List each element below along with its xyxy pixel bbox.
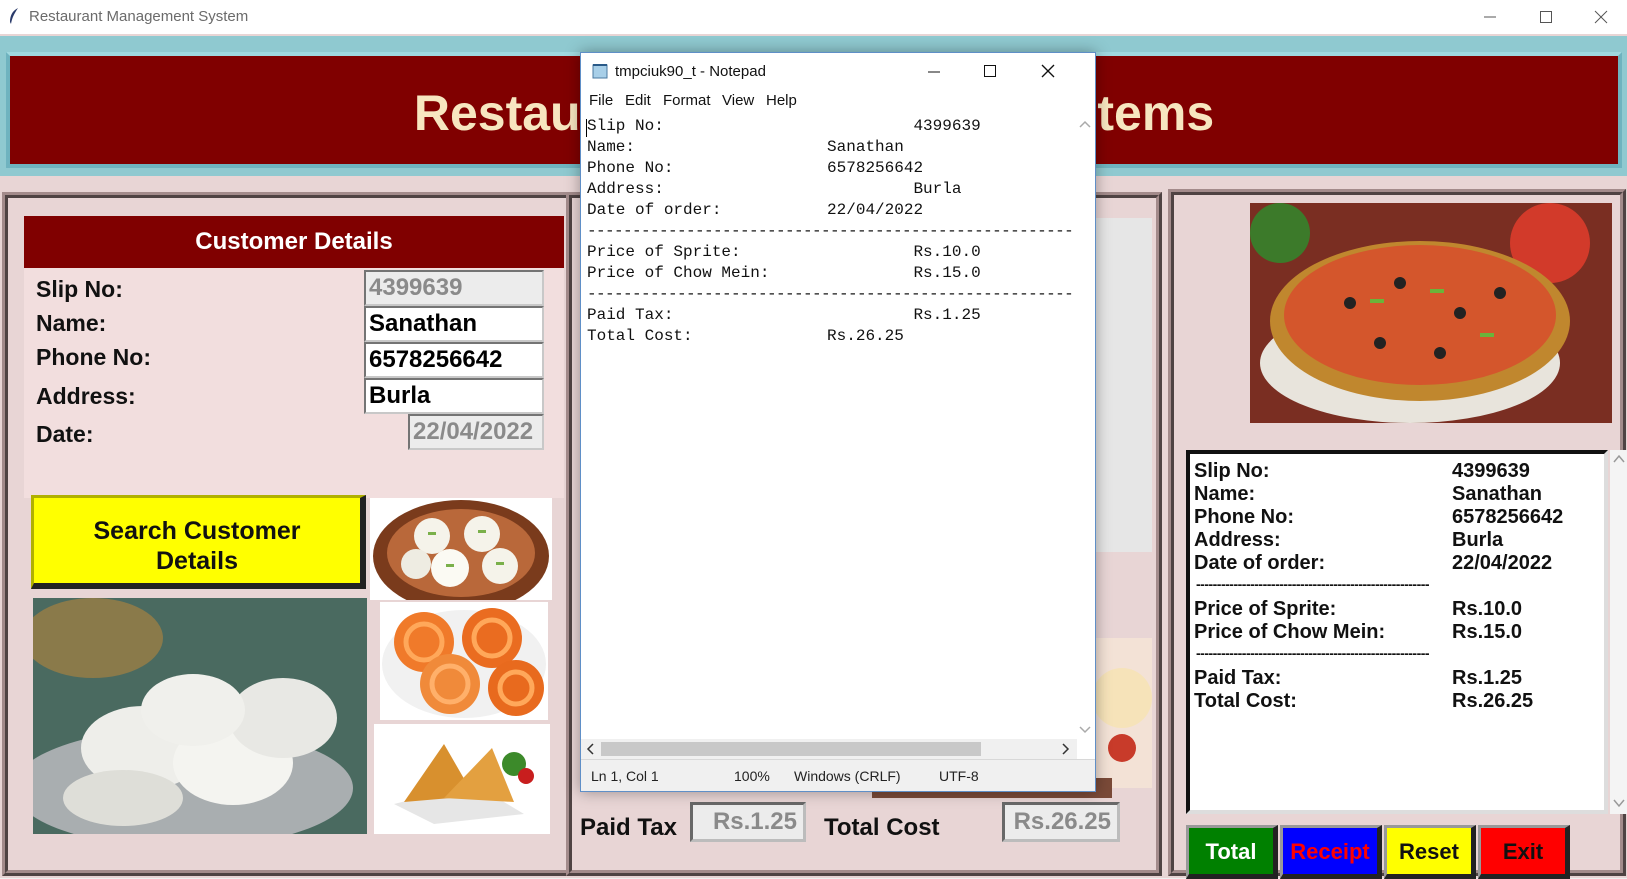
notepad-line: Date of order: 22/04/2022 bbox=[587, 201, 924, 219]
receipt-item-label: Price of Chow Mein: bbox=[1194, 621, 1386, 643]
status-zoom: 100% bbox=[734, 768, 770, 784]
paid-tax-field[interactable]: Rs.1.25 bbox=[690, 802, 806, 842]
customer-panel: Customer Details Slip No: Name: Phone No… bbox=[2, 192, 572, 876]
window-title: Restaurant Management System bbox=[29, 8, 249, 25]
menu-format[interactable]: Format bbox=[663, 92, 711, 109]
minimize-button[interactable] bbox=[1462, 0, 1518, 34]
customer-details-form: Slip No: Name: Phone No: Address: Date: … bbox=[24, 268, 564, 498]
notepad-line: Phone No: 6578256642 bbox=[587, 159, 924, 177]
receipt-total-value: Rs.26.25 bbox=[1452, 690, 1534, 712]
slip-label: Slip No: bbox=[36, 276, 123, 302]
notepad-line: Slip No: 4399639 bbox=[587, 117, 981, 135]
receipt-phone-value: 6578256642 bbox=[1452, 506, 1564, 528]
notepad-line: Name: Sanathan bbox=[587, 138, 904, 156]
receipt-date-label: Date of order: bbox=[1194, 552, 1326, 574]
notepad-maximize-icon[interactable] bbox=[983, 64, 997, 78]
name-label: Name: bbox=[36, 310, 107, 336]
notepad-title: tmpciuk90_t - Notepad bbox=[615, 63, 766, 80]
window-title-bar: Restaurant Management System bbox=[0, 0, 1627, 34]
menu-file[interactable]: File bbox=[589, 92, 613, 109]
slip-field[interactable]: 4399639 bbox=[364, 270, 544, 306]
receipt-panel: Slip No: 4399639 Name: Sanathan Phone No… bbox=[1168, 189, 1627, 879]
exit-button[interactable]: Exit bbox=[1478, 825, 1570, 879]
name-field[interactable]: Sanathan bbox=[364, 306, 544, 342]
status-position: Ln 1, Col 1 bbox=[591, 768, 659, 784]
jalebi-image bbox=[380, 602, 548, 720]
receipt-slip-value: 4399639 bbox=[1452, 460, 1530, 482]
receipt-item-label: Price of Sprite: bbox=[1194, 598, 1337, 620]
receipt-divider: ----------------------------------------… bbox=[1196, 645, 1430, 661]
receipt-name-label: Name: bbox=[1194, 483, 1256, 505]
notepad-icon bbox=[592, 64, 608, 79]
receipt-divider: ----------------------------------------… bbox=[1196, 576, 1430, 592]
notepad-horizontal-scrollbar[interactable] bbox=[581, 739, 1077, 759]
receipt-slip-label: Slip No: bbox=[1194, 460, 1270, 482]
receipt-button[interactable]: Receipt bbox=[1280, 825, 1382, 879]
total-cost-label: Total Cost bbox=[824, 814, 940, 841]
ice-cream-image bbox=[1092, 638, 1152, 788]
notepad-text-area[interactable]: Slip No: 4399639 Name: Sanathan Phone No… bbox=[585, 117, 1083, 722]
search-customer-button[interactable]: Search Customer Details bbox=[31, 495, 366, 589]
notepad-line: Price of Sprite: Rs.10.0 bbox=[587, 243, 981, 261]
search-button-line2: Details bbox=[156, 547, 238, 575]
receipt-text-area[interactable]: Slip No: 4399639 Name: Sanathan Phone No… bbox=[1186, 450, 1608, 814]
receipt-name-value: Sanathan bbox=[1452, 483, 1543, 505]
reset-button[interactable]: Reset bbox=[1384, 825, 1476, 879]
phone-label: Phone No: bbox=[36, 344, 151, 370]
search-button-line1: Search Customer bbox=[93, 517, 301, 545]
status-encoding: UTF-8 bbox=[939, 768, 979, 784]
notepad-minimize-icon[interactable] bbox=[927, 65, 941, 79]
address-field[interactable]: Burla bbox=[364, 378, 544, 414]
notepad-line: Price of Chow Mein: Rs.15.0 bbox=[587, 264, 981, 282]
maximize-icon bbox=[1540, 11, 1552, 23]
date-label: Date: bbox=[36, 421, 94, 447]
paid-tax-label: Paid Tax bbox=[580, 814, 677, 841]
receipt-tax-label: Paid Tax: bbox=[1194, 667, 1282, 689]
close-icon bbox=[1594, 10, 1608, 24]
idli-image bbox=[33, 598, 367, 834]
receipt-item-value: Rs.10.0 bbox=[1452, 598, 1523, 620]
maximize-button[interactable] bbox=[1518, 0, 1574, 34]
samosa-image bbox=[374, 724, 550, 834]
rasgulla-image bbox=[370, 498, 552, 600]
date-field[interactable]: 22/04/2022 bbox=[408, 414, 544, 450]
receipt-scrollbar[interactable] bbox=[1610, 450, 1627, 814]
close-button[interactable] bbox=[1573, 0, 1627, 34]
notepad-line: ----------------------------------------… bbox=[587, 285, 1083, 303]
menu-help[interactable]: Help bbox=[766, 92, 797, 109]
notepad-close-icon[interactable] bbox=[1041, 64, 1055, 78]
receipt-item-value: Rs.15.0 bbox=[1452, 621, 1523, 643]
total-cost-field[interactable]: Rs.26.25 bbox=[1002, 802, 1120, 842]
total-button[interactable]: Total bbox=[1186, 825, 1278, 879]
menu-edit[interactable]: Edit bbox=[625, 92, 651, 109]
phone-field[interactable]: 6578256642 bbox=[364, 342, 544, 378]
notepad-line: Total Cost: Rs.26.25 bbox=[587, 327, 904, 345]
status-line-ending: Windows (CRLF) bbox=[794, 768, 901, 784]
customer-details-header: Customer Details bbox=[24, 216, 564, 268]
receipt-tax-value: Rs.1.25 bbox=[1452, 667, 1523, 689]
notepad-title-bar[interactable]: tmpciuk90_t - Notepad bbox=[581, 53, 1095, 89]
pizza-image bbox=[1250, 203, 1612, 423]
menu-entries-column bbox=[1092, 218, 1152, 552]
address-label: Address: bbox=[36, 383, 136, 409]
notepad-vertical-scrollbar[interactable] bbox=[1075, 115, 1095, 739]
minimize-icon bbox=[1484, 16, 1496, 18]
receipt-address-value: Burla bbox=[1452, 529, 1504, 551]
notepad-line: Address: Burla bbox=[587, 180, 962, 198]
notepad-status-bar: Ln 1, Col 1 100% Windows (CRLF) UTF-8 bbox=[581, 759, 1095, 791]
notepad-line: Paid Tax: Rs.1.25 bbox=[587, 306, 981, 324]
app-feather-icon bbox=[10, 8, 18, 24]
receipt-phone-label: Phone No: bbox=[1194, 506, 1294, 528]
text-cursor bbox=[586, 119, 587, 137]
menu-view[interactable]: View bbox=[722, 92, 754, 109]
receipt-total-label: Total Cost: bbox=[1194, 690, 1297, 712]
receipt-date-value: 22/04/2022 bbox=[1452, 552, 1553, 574]
receipt-address-label: Address: bbox=[1194, 529, 1281, 551]
notepad-line: ----------------------------------------… bbox=[587, 222, 1083, 240]
notepad-menu-bar: File Edit Format View Help bbox=[581, 89, 1095, 113]
notepad-window[interactable]: tmpciuk90_t - Notepad File Edit Format V… bbox=[580, 52, 1096, 792]
